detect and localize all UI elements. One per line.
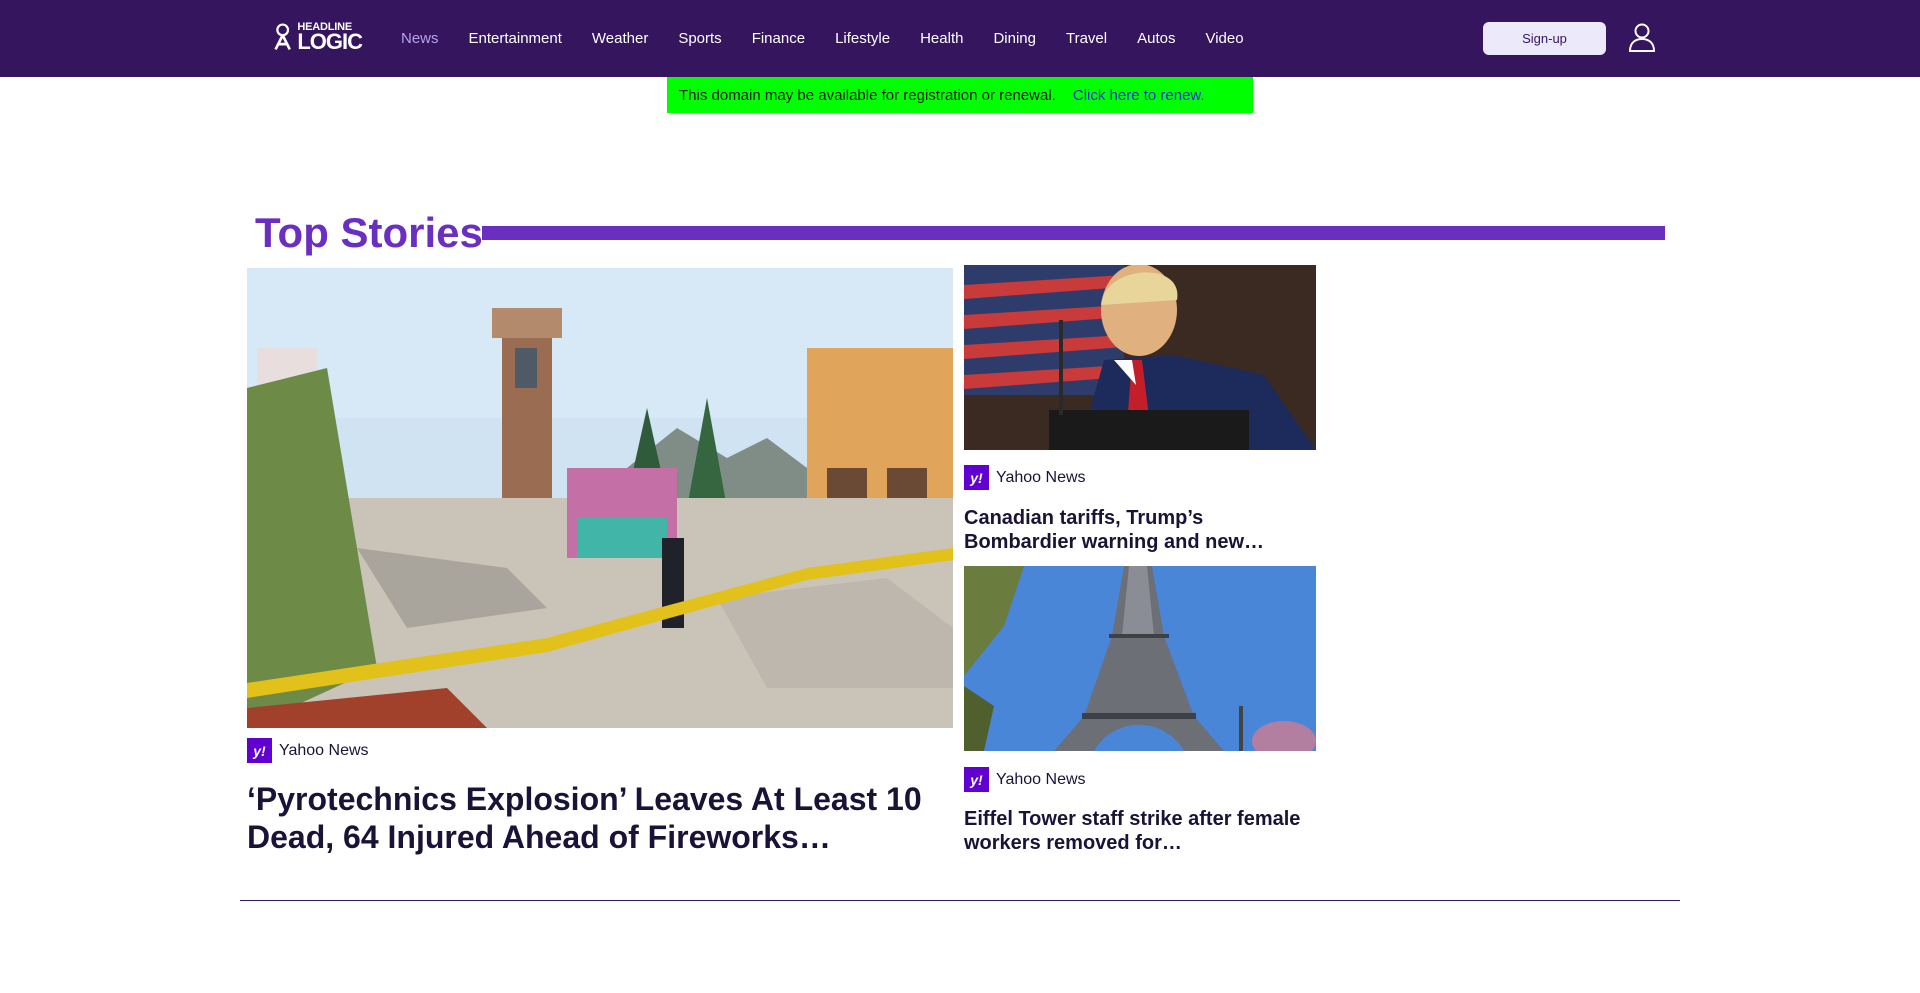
domain-renewal-banner: This domain may be available for registr… (667, 77, 1253, 113)
top-navbar: HEADLINE LOGIC News Entertainment Weathe… (0, 0, 1920, 77)
side-story-2-headline[interactable]: Eiffel Tower staff strike after female w… (964, 807, 1304, 855)
nav-item-finance[interactable]: Finance (752, 30, 805, 47)
logo-text-bottom: LOGIC (297, 28, 363, 54)
nav-item-video[interactable]: Video (1205, 30, 1243, 47)
renew-link[interactable]: Click here to renew. (1073, 87, 1205, 104)
renewal-banner-text: This domain may be available for registr… (679, 86, 1056, 104)
signup-button[interactable]: Sign-up (1483, 22, 1606, 55)
site-logo[interactable]: HEADLINE LOGIC (272, 20, 363, 54)
section-title: Top Stories (255, 209, 483, 256)
section-bottom-divider (240, 900, 1680, 901)
nav-item-sports[interactable]: Sports (678, 30, 721, 47)
side-story-2-source-label: Yahoo News (996, 770, 1086, 788)
user-icon[interactable] (1628, 22, 1656, 52)
nav-item-news[interactable]: News (401, 30, 439, 47)
side-story-2-image[interactable] (964, 566, 1316, 751)
nav-item-weather[interactable]: Weather (592, 30, 648, 47)
side-story-2-source: y! Yahoo News (964, 767, 1086, 792)
main-nav: News Entertainment Weather Sports Financ… (401, 0, 1274, 77)
logo-text: HEADLINE LOGIC (297, 21, 363, 54)
nav-item-lifestyle[interactable]: Lifestyle (835, 30, 890, 47)
main-story-source-label: Yahoo News (279, 741, 369, 759)
side-story-1-image[interactable] (964, 265, 1316, 450)
nav-item-health[interactable]: Health (920, 30, 963, 47)
nav-item-travel[interactable]: Travel (1066, 30, 1107, 47)
side-story-1-source: y! Yahoo News (964, 465, 1086, 490)
nav-item-dining[interactable]: Dining (993, 30, 1036, 47)
yahoo-logo-icon: y! (964, 767, 989, 792)
yahoo-logo-icon: y! (247, 738, 272, 763)
nav-item-entertainment[interactable]: Entertainment (469, 30, 562, 47)
logo-mark-icon (274, 23, 291, 51)
section-title-rule (482, 226, 1665, 240)
nav-item-autos[interactable]: Autos (1137, 30, 1175, 47)
side-story-1-source-label: Yahoo News (996, 468, 1086, 486)
yahoo-logo-icon: y! (964, 465, 989, 490)
main-story-image[interactable] (247, 268, 953, 728)
side-story-1-headline[interactable]: Canadian tariffs, Trump’s Bombardier war… (964, 506, 1304, 554)
main-story-headline[interactable]: ‘Pyrotechnics Explosion’ Leaves At Least… (247, 780, 947, 856)
main-story-source: y! Yahoo News (247, 738, 369, 763)
